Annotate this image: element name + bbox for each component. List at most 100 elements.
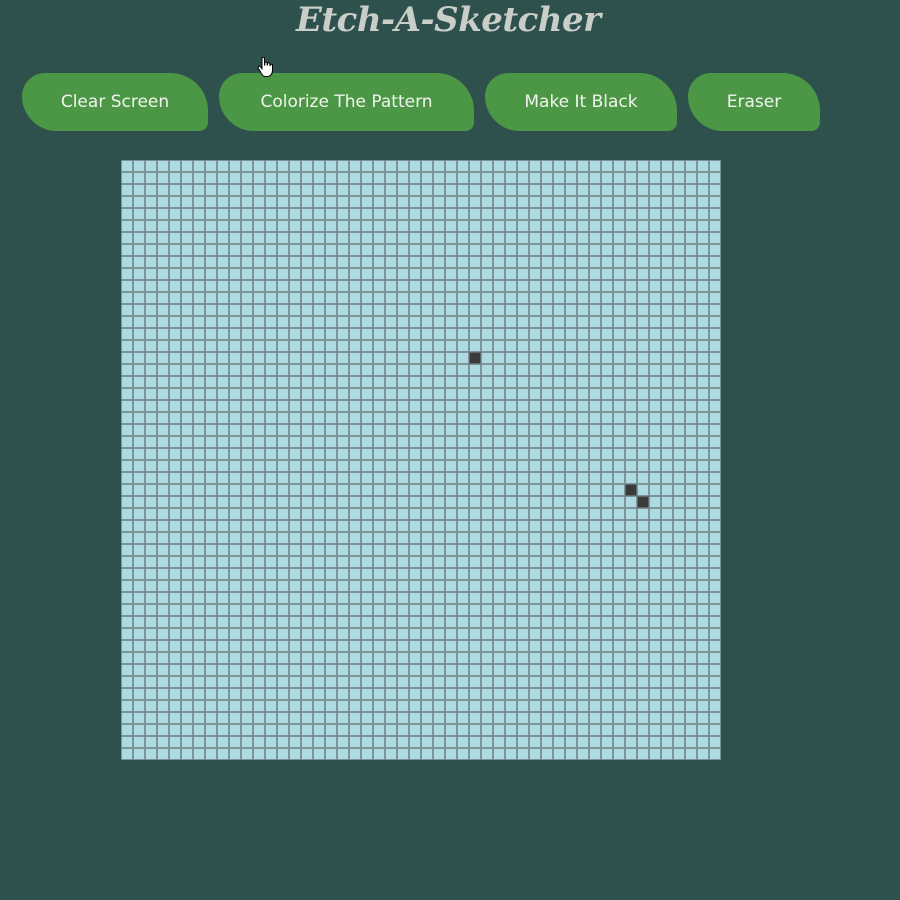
grid-cell[interactable]	[289, 436, 301, 448]
grid-cell[interactable]	[409, 508, 421, 520]
grid-cell[interactable]	[457, 520, 469, 532]
grid-cell[interactable]	[565, 316, 577, 328]
grid-cell[interactable]	[697, 688, 709, 700]
grid-cell[interactable]	[217, 664, 229, 676]
grid-cell[interactable]	[709, 484, 721, 496]
grid-cell[interactable]	[469, 604, 481, 616]
grid-cell[interactable]	[649, 568, 661, 580]
grid-cell[interactable]	[457, 184, 469, 196]
grid-cell[interactable]	[289, 592, 301, 604]
grid-cell[interactable]	[361, 388, 373, 400]
grid-cell[interactable]	[181, 352, 193, 364]
grid-cell[interactable]	[649, 304, 661, 316]
grid-cell[interactable]	[289, 328, 301, 340]
grid-cell[interactable]	[493, 652, 505, 664]
grid-cell[interactable]	[181, 280, 193, 292]
grid-cell[interactable]	[217, 688, 229, 700]
grid-cell[interactable]	[181, 736, 193, 748]
grid-cell[interactable]	[481, 568, 493, 580]
grid-cell[interactable]	[457, 376, 469, 388]
grid-cell[interactable]	[421, 700, 433, 712]
grid-cell[interactable]	[265, 580, 277, 592]
grid-cell[interactable]	[145, 640, 157, 652]
grid-cell[interactable]	[673, 208, 685, 220]
grid-cell[interactable]	[661, 700, 673, 712]
grid-cell[interactable]	[709, 556, 721, 568]
grid-cell[interactable]	[181, 652, 193, 664]
grid-cell[interactable]	[121, 376, 133, 388]
grid-cell[interactable]	[601, 172, 613, 184]
grid-cell[interactable]	[133, 184, 145, 196]
grid-cell[interactable]	[397, 280, 409, 292]
grid-cell[interactable]	[277, 712, 289, 724]
grid-cell[interactable]	[193, 640, 205, 652]
grid-cell[interactable]	[493, 316, 505, 328]
grid-cell[interactable]	[217, 724, 229, 736]
grid-cell[interactable]	[445, 172, 457, 184]
grid-cell[interactable]	[421, 412, 433, 424]
grid-cell[interactable]	[661, 544, 673, 556]
grid-cell[interactable]	[349, 172, 361, 184]
grid-cell[interactable]	[157, 748, 169, 760]
grid-cell[interactable]	[145, 556, 157, 568]
grid-cell[interactable]	[181, 532, 193, 544]
grid-cell[interactable]	[517, 400, 529, 412]
grid-cell[interactable]	[313, 244, 325, 256]
grid-cell[interactable]	[481, 484, 493, 496]
grid-cell[interactable]	[409, 412, 421, 424]
grid-cell[interactable]	[301, 664, 313, 676]
grid-cell[interactable]	[193, 280, 205, 292]
grid-cell[interactable]	[133, 640, 145, 652]
grid-cell[interactable]	[145, 532, 157, 544]
grid-cell[interactable]	[157, 340, 169, 352]
grid-cell[interactable]	[205, 484, 217, 496]
grid-cell[interactable]	[325, 652, 337, 664]
grid-cell[interactable]	[325, 628, 337, 640]
grid-cell[interactable]	[589, 748, 601, 760]
grid-cell[interactable]	[541, 220, 553, 232]
grid-cell[interactable]	[685, 160, 697, 172]
grid-cell[interactable]	[469, 364, 481, 376]
grid-cell[interactable]	[457, 580, 469, 592]
grid-cell[interactable]	[433, 208, 445, 220]
grid-cell[interactable]	[145, 328, 157, 340]
grid-cell[interactable]	[553, 496, 565, 508]
grid-cell[interactable]	[361, 604, 373, 616]
grid-cell[interactable]	[481, 508, 493, 520]
grid-cell[interactable]	[325, 364, 337, 376]
grid-cell[interactable]	[145, 268, 157, 280]
grid-cell[interactable]	[241, 640, 253, 652]
grid-cell[interactable]	[709, 520, 721, 532]
grid-cell[interactable]	[385, 232, 397, 244]
grid-cell[interactable]	[349, 388, 361, 400]
grid-cell[interactable]	[241, 364, 253, 376]
grid-cell[interactable]	[637, 556, 649, 568]
clear-screen-button[interactable]: Clear Screen	[22, 73, 208, 131]
grid-cell[interactable]	[457, 412, 469, 424]
grid-cell[interactable]	[433, 424, 445, 436]
grid-cell[interactable]	[265, 184, 277, 196]
grid-cell[interactable]	[265, 640, 277, 652]
grid-cell[interactable]	[181, 388, 193, 400]
grid-cell[interactable]	[697, 400, 709, 412]
grid-cell[interactable]	[205, 184, 217, 196]
grid-cell[interactable]	[337, 460, 349, 472]
grid-cell[interactable]	[697, 616, 709, 628]
grid-cell[interactable]	[577, 604, 589, 616]
grid-cell[interactable]	[373, 316, 385, 328]
grid-cell[interactable]	[553, 364, 565, 376]
grid-cell[interactable]	[553, 736, 565, 748]
grid-cell[interactable]	[493, 388, 505, 400]
grid-cell[interactable]	[613, 580, 625, 592]
grid-cell[interactable]	[553, 484, 565, 496]
grid-cell[interactable]	[121, 520, 133, 532]
grid-cell[interactable]	[121, 304, 133, 316]
grid-cell[interactable]	[625, 340, 637, 352]
grid-cell[interactable]	[553, 616, 565, 628]
grid-cell[interactable]	[505, 208, 517, 220]
grid-cell[interactable]	[313, 160, 325, 172]
grid-cell[interactable]	[121, 352, 133, 364]
grid-cell[interactable]	[241, 532, 253, 544]
grid-cell[interactable]	[589, 628, 601, 640]
grid-cell[interactable]	[709, 196, 721, 208]
